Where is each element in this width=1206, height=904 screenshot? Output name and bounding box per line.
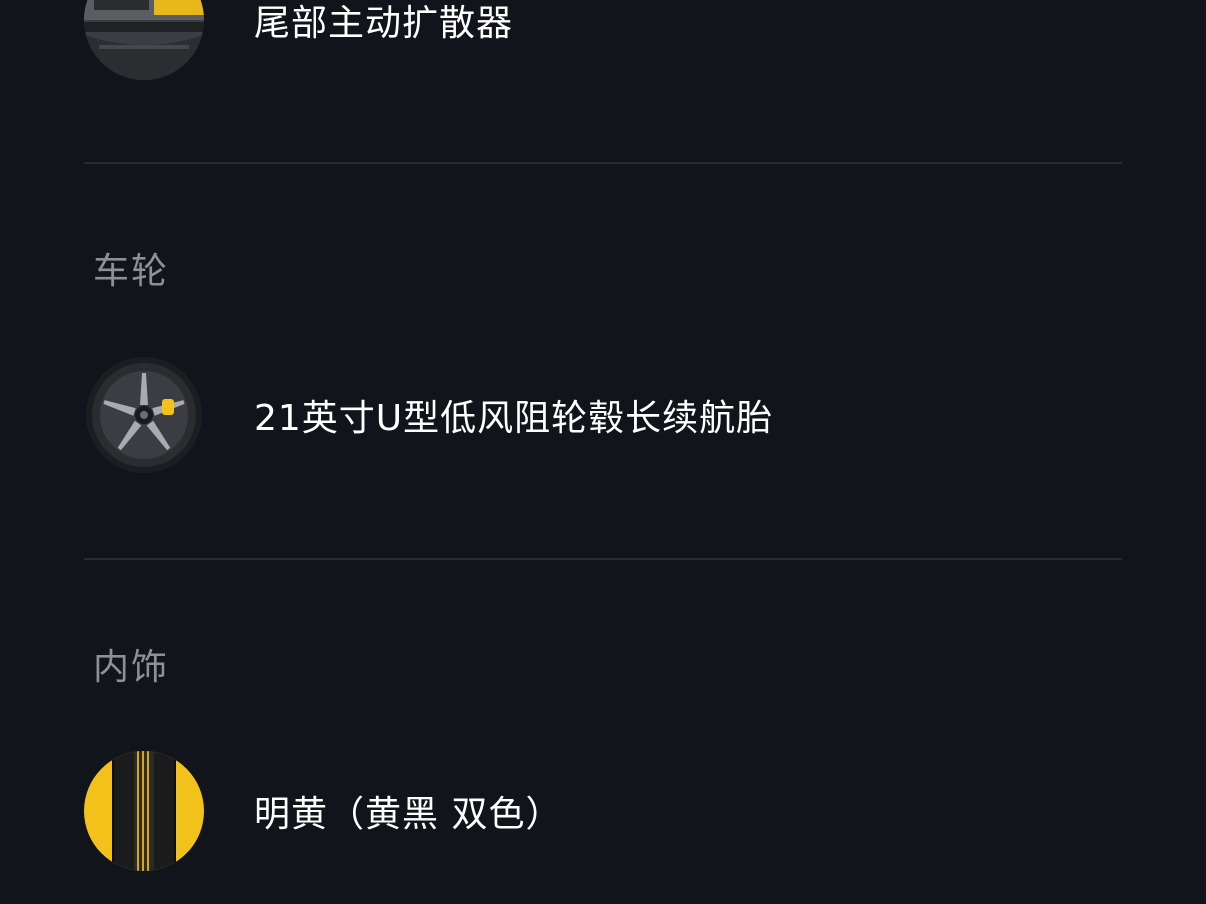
rear-diffuser-thumbnail bbox=[84, 0, 204, 80]
option-item-rear-diffuser[interactable]: 尾部主动扩散器 bbox=[84, 0, 1122, 80]
section-title-wheels: 车轮 bbox=[93, 251, 170, 292]
option-item-label: 明黄（黄黑 双色） bbox=[254, 794, 563, 835]
option-item-wheel[interactable]: 21英寸U型低风阻轮毂长续航胎 bbox=[84, 355, 1122, 475]
option-item-label: 尾部主动扩散器 bbox=[254, 3, 514, 44]
divider bbox=[84, 558, 1122, 560]
options-list-page: 尾部主动扩散器 车轮 21英寸U型低风阻轮毂长续航胎 内饰 明黄（黄黑 双色） bbox=[0, 0, 1206, 904]
option-item-label: 21英寸U型低风阻轮毂长续航胎 bbox=[254, 398, 774, 439]
wheel-thumbnail bbox=[84, 355, 204, 475]
section-title-interior: 内饰 bbox=[93, 647, 170, 688]
option-item-interior-color[interactable]: 明黄（黄黑 双色） bbox=[84, 751, 1122, 871]
interior-swatch-thumbnail bbox=[84, 751, 204, 871]
divider bbox=[84, 162, 1122, 164]
